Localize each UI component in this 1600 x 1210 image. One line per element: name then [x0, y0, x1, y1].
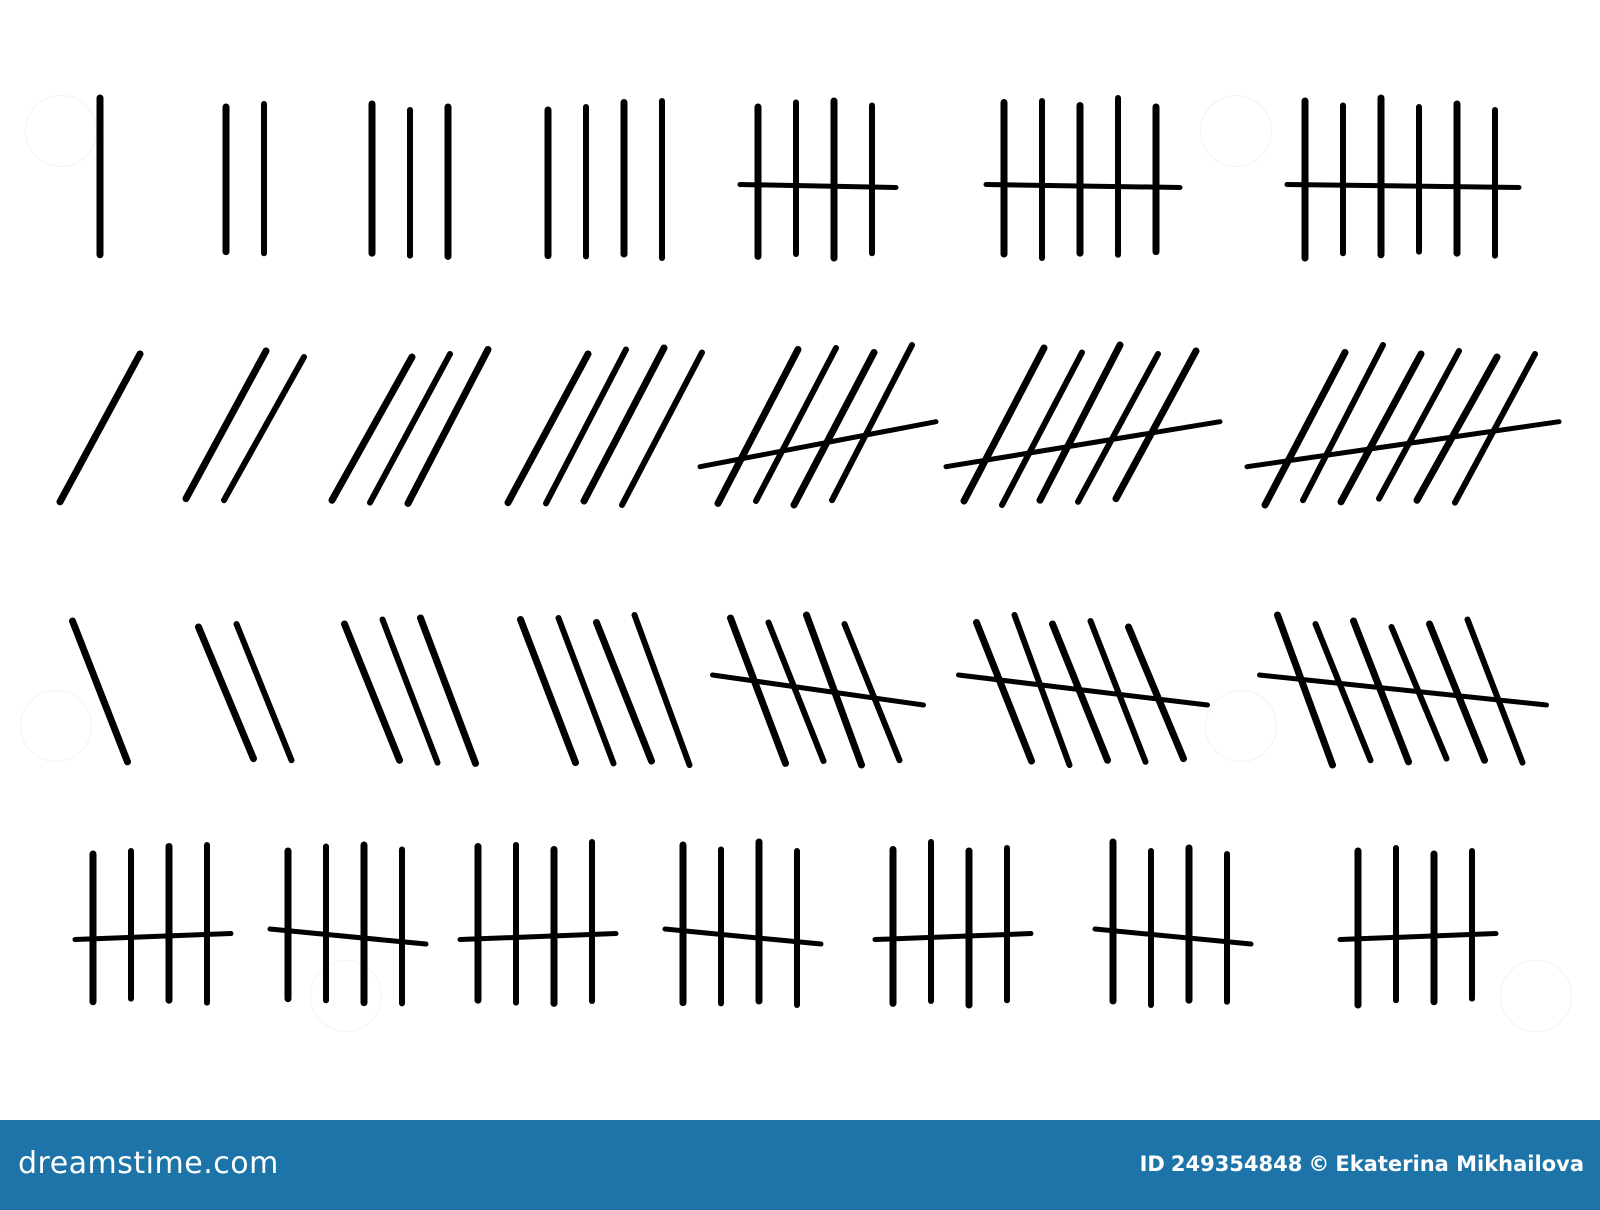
watermark-logo [20, 690, 92, 762]
tally-cross-stroke [983, 182, 1183, 190]
tally-stroke [753, 345, 839, 504]
id-label: ID [1139, 1152, 1165, 1176]
author-name: Ekaterina Mikhailova [1335, 1152, 1584, 1176]
tally-stroke [1337, 350, 1425, 506]
tally-cross-stroke [1284, 182, 1522, 190]
tally-stroke [960, 344, 1048, 505]
tally-stroke [1261, 349, 1349, 509]
tally-stroke [714, 346, 802, 507]
watermark-logo [1500, 960, 1572, 1032]
tally-stroke [221, 354, 307, 504]
tally-marks-illustration [0, 0, 1600, 1120]
stock-footer-bar: dreamstime.com ID 249354848 © Ekaterina Mik… [0, 1120, 1600, 1210]
watermark-logo [310, 960, 382, 1032]
tally-stroke [580, 344, 668, 505]
tally-cross-stroke [737, 182, 899, 190]
copyright-symbol: © [1308, 1152, 1330, 1176]
tally-stroke [1413, 353, 1501, 504]
tally-stroke [1075, 351, 1161, 505]
tally-stroke [1036, 341, 1124, 504]
tally-marks-svg [56, 94, 1562, 1009]
tally-cross-stroke [943, 419, 1223, 470]
tally-stroke [543, 346, 629, 507]
tally-stroke [404, 346, 492, 507]
tally-stroke [182, 347, 270, 503]
watermark-logo [1205, 690, 1277, 762]
tally-stroke [328, 353, 416, 504]
tally-stroke [504, 350, 592, 507]
tally-stroke [1274, 611, 1336, 769]
tally-stroke [790, 349, 878, 509]
tally-stroke [56, 350, 144, 506]
tally-stroke [619, 349, 705, 508]
tally-stroke [1300, 342, 1386, 504]
tally-stroke [1376, 348, 1462, 502]
tally-stroke [999, 349, 1085, 508]
tally-stroke [1112, 347, 1200, 503]
tally-stroke [367, 351, 453, 506]
tally-cross-stroke [710, 672, 926, 708]
watermark-logo [25, 95, 97, 167]
watermark-logo [1200, 95, 1272, 167]
brand-logo-text[interactable]: dreamstime.com [18, 1146, 279, 1181]
tally-stroke [829, 342, 915, 504]
image-credit: ID 249354848 © Ekaterina Mikhailova [1134, 1152, 1584, 1176]
id-number: 249354848 [1170, 1152, 1303, 1176]
